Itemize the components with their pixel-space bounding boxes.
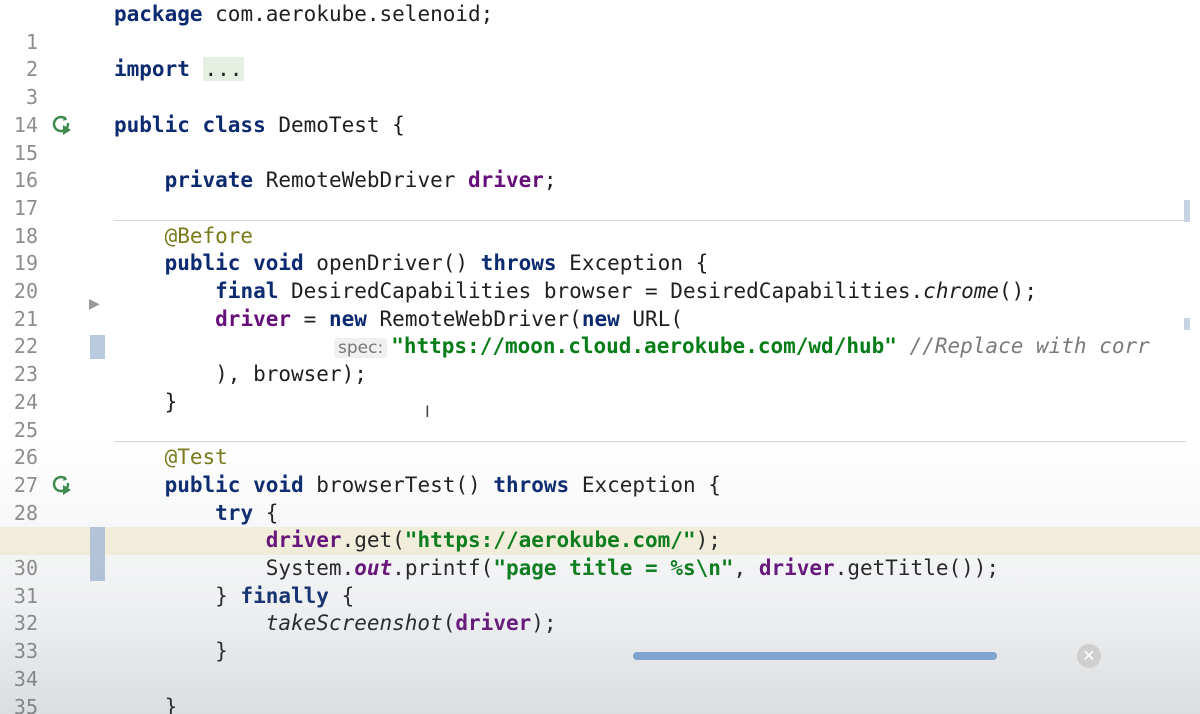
collapse-arrow-icon[interactable]: ▶: [89, 296, 100, 312]
keyword: import: [114, 57, 190, 82]
change-marker[interactable]: [90, 527, 105, 581]
code-line[interactable]: 28 public void browserTest() throws Exce…: [0, 472, 1200, 525]
code-text: (: [442, 611, 456, 636]
string-literal: "https://moon.cloud.aerokube.com/wd/hub": [391, 334, 897, 359]
keyword: public void: [164, 251, 304, 276]
keyword: final: [215, 279, 279, 303]
code-line[interactable]: 36 }: [0, 694, 1200, 714]
code-text: .getTitle());: [834, 556, 1000, 580]
keyword: throws: [493, 472, 570, 497]
folded-imports[interactable]: ...: [202, 57, 245, 82]
code-text: =: [291, 306, 329, 331]
code-line[interactable]: 32 } finally {: [0, 583, 1200, 636]
keyword: new: [581, 306, 620, 331]
code-line[interactable]: 17 private RemoteWebDriver driver;: [0, 167, 1200, 220]
code-text: .get(: [341, 528, 405, 553]
current-code-line[interactable]: 30 driver.get("https://aerokube.com/");: [0, 527, 1200, 580]
video-progress-bar[interactable]: [633, 652, 997, 660]
code-text: DemoTest {: [265, 112, 405, 137]
method-name: takeScreenshot: [265, 611, 443, 636]
method-separator: [114, 441, 1186, 442]
code-line[interactable]: 23 spec: "https://moon.cloud.aerokube.com…: [0, 333, 1200, 386]
code-line[interactable]: 2: [0, 29, 1200, 81]
code-line[interactable]: 20 public void openDriver() throws Excep…: [0, 250, 1200, 303]
code-text: Exception {: [556, 251, 709, 276]
code-text: DesiredCapabilities browser = DesiredCap…: [278, 279, 924, 303]
keyword: public class: [114, 112, 266, 137]
code-line[interactable]: 35: [0, 666, 1200, 714]
code-line[interactable]: 29 try {: [0, 500, 1200, 553]
keyword: try: [215, 500, 254, 525]
code-text: browserTest(): [303, 472, 494, 497]
code-line[interactable]: 3 import ...: [0, 56, 1200, 109]
code-text: URL(: [619, 306, 683, 331]
annotation: @Test: [164, 445, 228, 470]
code-text: ), browser);: [215, 362, 367, 387]
code-line[interactable]: 16: [0, 140, 1200, 192]
code-text: {: [328, 583, 355, 608]
method-name: chrome: [923, 279, 1000, 303]
change-marker[interactable]: [90, 335, 105, 359]
keyword: new: [328, 306, 367, 331]
field-name: out: [354, 556, 393, 580]
field-name: driver: [265, 528, 342, 553]
code-text: );: [695, 528, 721, 553]
code-text: System.: [265, 556, 355, 580]
code-line[interactable]: 24 ), browser);: [0, 361, 1200, 414]
keyword: private: [164, 168, 254, 193]
parameter-hint: spec:: [334, 338, 388, 359]
run-test-icon[interactable]: [50, 113, 74, 137]
code-text: ();: [999, 279, 1037, 303]
code-line[interactable]: 33 takeScreenshot(driver);: [0, 610, 1200, 663]
method-separator: [114, 220, 1186, 221]
keyword: throws: [480, 251, 557, 276]
code-text: ;: [543, 168, 557, 193]
code-text: }: [164, 389, 178, 414]
code-text: .printf(: [392, 556, 494, 580]
text-cursor-icon: I: [425, 402, 430, 421]
code-line[interactable]: 15 public class DemoTest {: [0, 112, 1200, 165]
code-line[interactable]: 18: [0, 195, 1200, 248]
code-line[interactable]: 21 final DesiredCapabilities browser = D…: [0, 278, 1200, 331]
code-text: openDriver(): [303, 251, 481, 276]
code-text: RemoteWebDriver: [253, 168, 469, 193]
field-name: driver: [758, 556, 835, 580]
code-text: }: [215, 639, 228, 664]
keyword: package: [114, 2, 203, 26]
scroll-marker: [1184, 318, 1190, 330]
code-line[interactable]: 19 @Before: [0, 223, 1200, 276]
keyword: finally: [240, 583, 329, 608]
code-text: }: [164, 694, 178, 714]
code-line[interactable]: 34 }: [0, 638, 1200, 691]
code-text: Exception {: [569, 472, 721, 497]
code-line[interactable]: 31 System.out.printf("page title = %s\n"…: [0, 555, 1200, 608]
string-literal: "https://aerokube.com/": [404, 528, 696, 553]
code-text: }: [215, 583, 241, 608]
video-progress-fill: [633, 652, 997, 660]
code-text: );: [531, 611, 557, 636]
annotation: @Before: [164, 223, 254, 248]
code-line[interactable]: 14: [0, 84, 1200, 137]
code-text: {: [253, 500, 279, 525]
run-test-icon[interactable]: [50, 473, 74, 497]
code-line[interactable]: 22 driver = new RemoteWebDriver(new URL(: [0, 306, 1200, 359]
field-name: driver: [468, 168, 544, 193]
code-text: ,: [733, 556, 759, 580]
code-line[interactable]: 27 @Test: [0, 444, 1200, 497]
code-comment: //Replace with corr: [896, 334, 1150, 359]
close-icon[interactable]: ✕: [1077, 644, 1101, 668]
code-line[interactable]: 25 }: [0, 389, 1200, 442]
code-text: com.aerokube.selenoid;: [202, 2, 494, 26]
code-line[interactable]: 1 package com.aerokube.selenoid;: [0, 1, 1200, 54]
code-text: RemoteWebDriver(: [366, 306, 582, 331]
keyword: public void: [164, 472, 304, 497]
field-name: driver: [455, 611, 532, 636]
scroll-marker: [1184, 200, 1190, 222]
string-literal: "page title = %s\n": [493, 556, 734, 580]
code-editor[interactable]: 1 package com.aerokube.selenoid; 2 3 imp…: [0, 0, 1200, 714]
field-name: driver: [215, 306, 292, 331]
